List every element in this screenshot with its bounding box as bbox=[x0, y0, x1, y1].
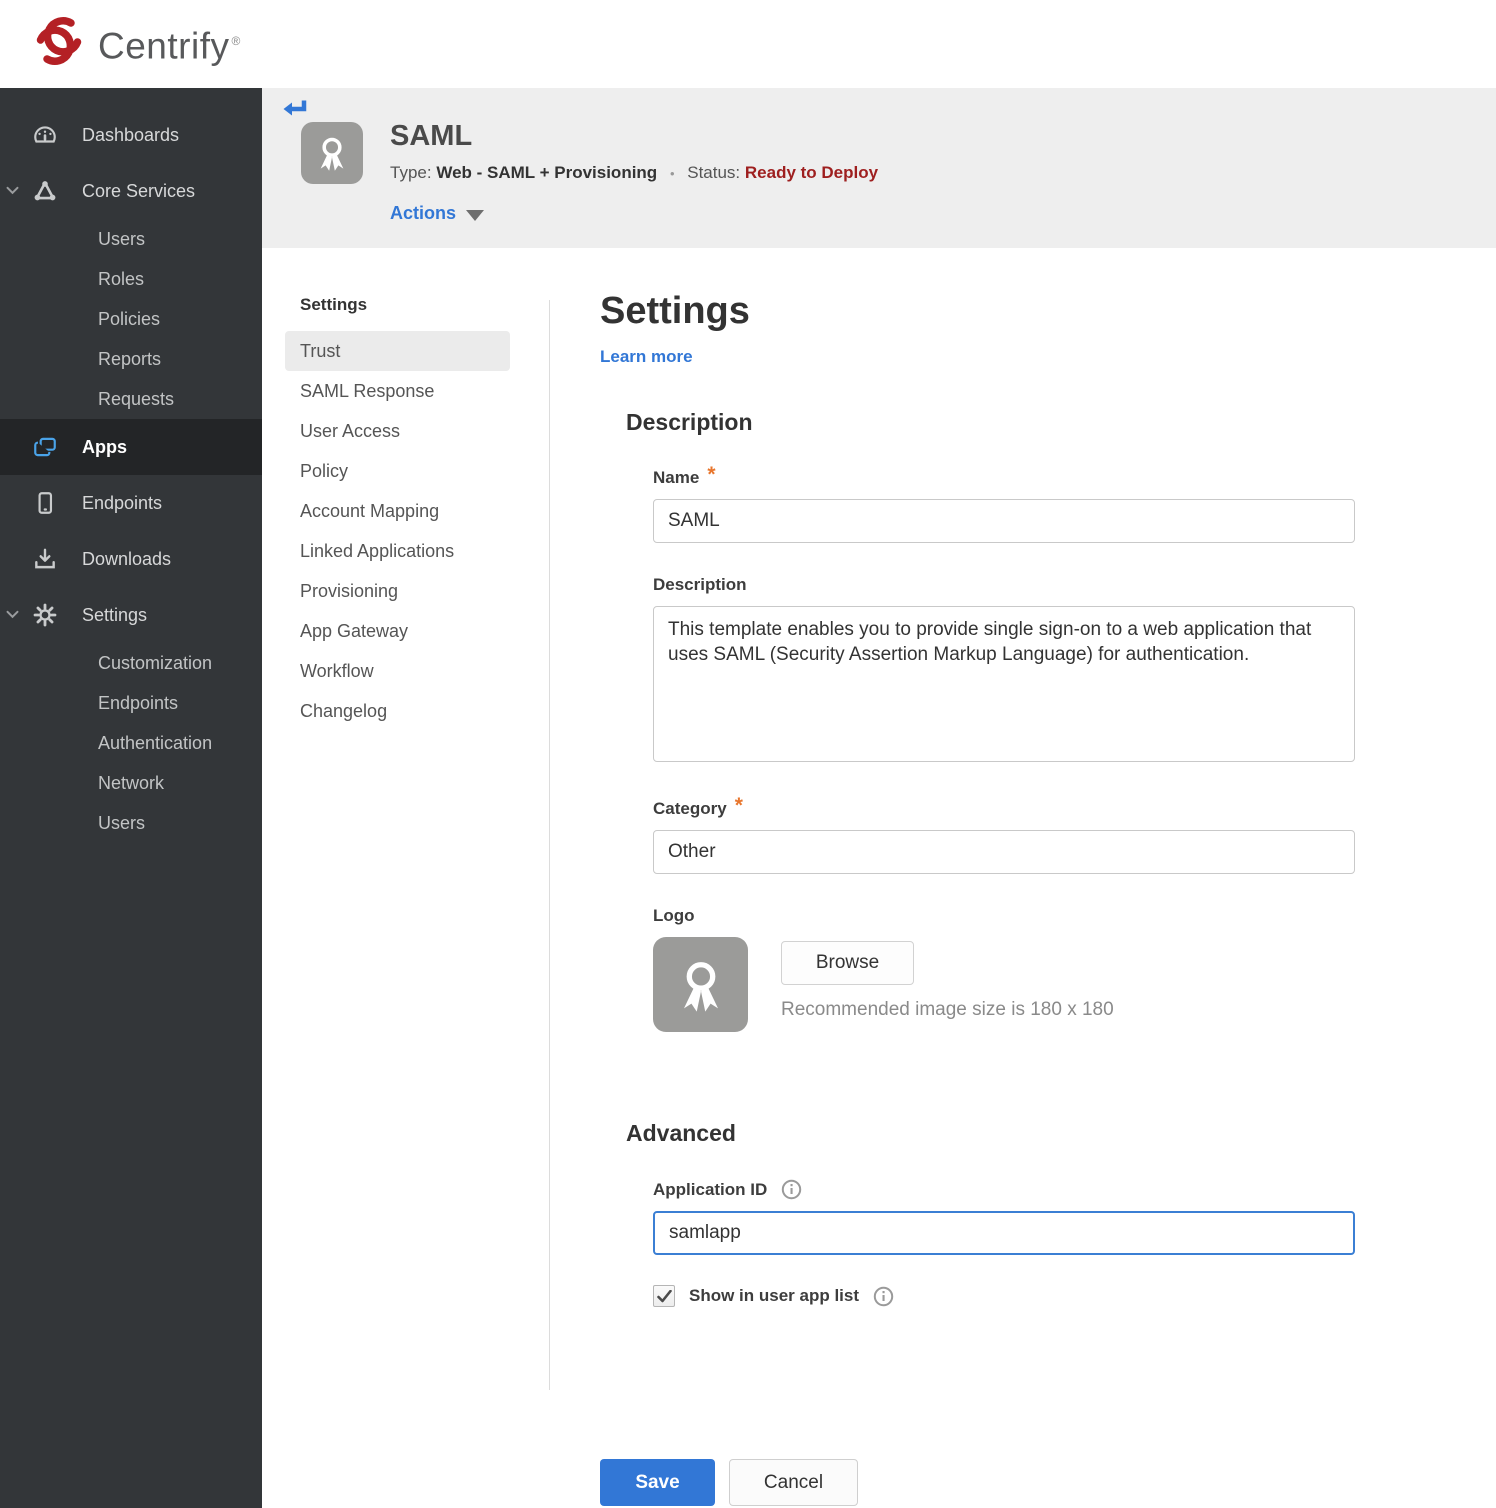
chevron-down-icon bbox=[6, 179, 19, 200]
subnav-item-policy[interactable]: Policy bbox=[262, 451, 549, 491]
back-arrow-icon[interactable] bbox=[281, 97, 307, 124]
sidebar-item-settings[interactable]: Settings bbox=[0, 587, 262, 643]
mobile-device-icon bbox=[32, 490, 58, 516]
sidebar-item-reports[interactable]: Reports bbox=[0, 339, 262, 379]
show-in-user-app-list-label: Show in user app list bbox=[689, 1286, 860, 1305]
sidebar-item-apps[interactable]: Apps bbox=[0, 419, 262, 475]
top-brand-bar: Centrify ® bbox=[0, 0, 1496, 88]
centrify-admin-page: Centrify ® Dashboards Core Services User… bbox=[0, 0, 1496, 1508]
info-icon[interactable] bbox=[781, 1179, 802, 1200]
sidebar-item-authentication[interactable]: Authentication bbox=[0, 723, 262, 763]
name-label: Name * bbox=[653, 463, 716, 487]
type-value: Web - SAML + Provisioning bbox=[436, 163, 658, 182]
sidebar-item-users[interactable]: Users bbox=[0, 219, 262, 259]
sidebar-item-network[interactable]: Network bbox=[0, 763, 262, 803]
learn-more-link[interactable]: Learn more bbox=[600, 347, 693, 367]
subnav-item-trust[interactable]: Trust bbox=[285, 331, 510, 371]
info-icon[interactable] bbox=[873, 1286, 894, 1307]
award-ribbon-icon bbox=[683, 961, 718, 1012]
logo-label: Logo bbox=[653, 906, 695, 925]
advanced-section: Advanced Application ID samlapp Show in … bbox=[600, 1120, 1496, 1506]
description-section-title: Description bbox=[626, 409, 753, 435]
sidebar-item-label: Endpoints bbox=[82, 492, 163, 513]
subnav-item-account-mapping[interactable]: Account Mapping bbox=[262, 491, 549, 531]
application-id-label: Application ID bbox=[653, 1179, 1496, 1200]
sidebar-item-requests[interactable]: Requests bbox=[0, 379, 262, 419]
app-logo bbox=[301, 122, 363, 184]
page-title: Settings bbox=[600, 290, 750, 332]
type-label: Type: bbox=[390, 163, 432, 182]
category-field[interactable] bbox=[653, 830, 1355, 874]
application-id-field[interactable] bbox=[653, 1211, 1355, 1255]
sidebar-item-dashboards[interactable]: Dashboards bbox=[0, 107, 262, 163]
sidebar-item-label: Apps bbox=[82, 436, 127, 457]
registered-mark: ® bbox=[231, 34, 241, 49]
sidebar-item-core-services[interactable]: Core Services bbox=[0, 163, 262, 219]
subnav-item-workflow[interactable]: Workflow bbox=[262, 651, 549, 691]
award-ribbon-icon bbox=[320, 137, 344, 171]
gauge-icon bbox=[32, 122, 58, 148]
sidebar-item-settings-endpoints[interactable]: Endpoints bbox=[0, 683, 262, 723]
sidebar-item-settings-users[interactable]: Users bbox=[0, 803, 262, 843]
centrify-logo: Centrify ® bbox=[30, 11, 241, 76]
required-asterisk: * bbox=[707, 463, 716, 486]
description-section: Description Name * Description bbox=[600, 409, 1496, 1032]
logo-preview bbox=[653, 937, 748, 1032]
actions-dropdown[interactable]: Actions bbox=[390, 203, 485, 224]
sidebar-item-endpoints[interactable]: Endpoints bbox=[0, 475, 262, 531]
name-field[interactable] bbox=[653, 499, 1355, 543]
checkmark-icon bbox=[656, 1289, 672, 1302]
show-in-user-app-list-checkbox[interactable] bbox=[653, 1285, 675, 1307]
apps-icon bbox=[32, 434, 58, 460]
centrify-swirl-icon bbox=[30, 11, 88, 76]
sidebar-item-label: Settings bbox=[82, 604, 148, 625]
actions-label: Actions bbox=[390, 203, 457, 223]
brand-name: Centrify ® bbox=[98, 25, 241, 67]
subnav-item-user-access[interactable]: User Access bbox=[262, 411, 549, 451]
description-label: Description bbox=[653, 575, 747, 594]
subnav-title: Settings bbox=[300, 295, 368, 314]
subnav-item-changelog[interactable]: Changelog bbox=[262, 691, 549, 731]
gear-icon bbox=[32, 602, 58, 628]
status-label: Status: bbox=[687, 163, 741, 182]
app-title: SAML bbox=[390, 120, 473, 152]
core-services-icon bbox=[32, 178, 58, 204]
sidebar-item-roles[interactable]: Roles bbox=[0, 259, 262, 299]
separator-dot: • bbox=[669, 166, 675, 181]
logo-size-hint: Recommended image size is 180 x 180 bbox=[781, 999, 1114, 1020]
chevron-down-icon bbox=[6, 603, 19, 624]
sidebar-item-downloads[interactable]: Downloads bbox=[0, 531, 262, 587]
subnav-item-linked-applications[interactable]: Linked Applications bbox=[262, 531, 549, 571]
download-icon bbox=[32, 546, 58, 572]
sidebar-item-label: Dashboards bbox=[82, 124, 180, 145]
advanced-section-title: Advanced bbox=[626, 1120, 736, 1146]
app-type-status: Type: Web - SAML + Provisioning • Status… bbox=[390, 163, 878, 183]
subnav-item-app-gateway[interactable]: App Gateway bbox=[262, 611, 549, 651]
description-field[interactable]: This template enables you to provide sin… bbox=[653, 606, 1355, 762]
sidebar-item-customization[interactable]: Customization bbox=[0, 643, 262, 683]
category-label: Category * bbox=[653, 794, 743, 818]
save-button[interactable]: Save bbox=[600, 1459, 715, 1506]
sidebar: Dashboards Core Services Users Roles Pol… bbox=[0, 88, 262, 1508]
sidebar-item-policies[interactable]: Policies bbox=[0, 299, 262, 339]
sidebar-item-label: Downloads bbox=[82, 548, 172, 569]
browse-button[interactable]: Browse bbox=[781, 941, 914, 985]
subnav-item-provisioning[interactable]: Provisioning bbox=[262, 571, 549, 611]
sidebar-item-label: Core Services bbox=[82, 180, 196, 201]
settings-subnav: Settings Trust SAML Response User Access… bbox=[262, 248, 549, 1508]
settings-panel: Settings Learn more Description Name * S… bbox=[550, 248, 1496, 1508]
status-badge: Ready to Deploy bbox=[744, 163, 879, 182]
dropdown-triangle-icon bbox=[466, 209, 485, 221]
subnav-item-saml-response[interactable]: SAML Response bbox=[262, 371, 549, 411]
required-asterisk: * bbox=[734, 794, 743, 817]
cancel-button[interactable]: Cancel bbox=[729, 1459, 858, 1506]
app-header: SAML Type: Web - SAML + Provisioning • S… bbox=[262, 88, 1496, 248]
